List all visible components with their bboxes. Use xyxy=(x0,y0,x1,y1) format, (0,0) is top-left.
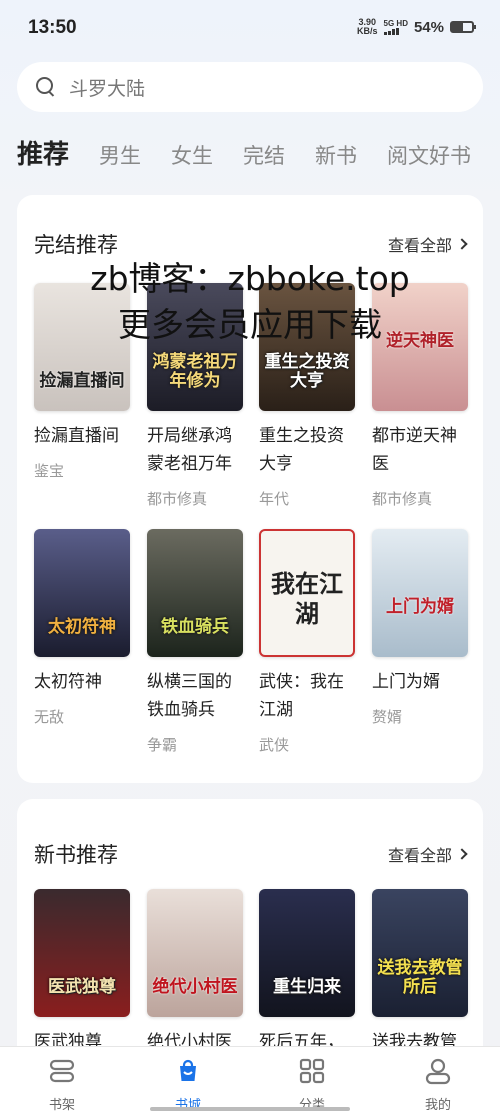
nav-bookstore[interactable]: 书城 xyxy=(148,1057,228,1113)
nav-profile[interactable]: 我的 xyxy=(398,1057,478,1113)
tab-new[interactable]: 新书 xyxy=(315,140,357,170)
book-tag: 无敌 xyxy=(34,708,65,726)
tab-good-books[interactable]: 阅文好书 xyxy=(387,140,471,170)
nav-category[interactable]: 分类 xyxy=(272,1057,352,1113)
book-item[interactable]: 送我去教管所后 送我去教管 xyxy=(372,889,468,1056)
nav-bookshelf[interactable]: 书架 xyxy=(22,1057,102,1113)
tab-recommend[interactable]: 推荐 xyxy=(17,134,69,171)
bookstore-icon xyxy=(174,1057,202,1085)
battery-icon xyxy=(450,21,476,33)
book-tag: 武侠 xyxy=(259,736,290,754)
search-icon xyxy=(35,76,57,98)
network-speed: 3.90 KB/s xyxy=(357,17,378,36)
chevron-right-icon xyxy=(456,238,468,250)
book-item[interactable]: 上门为婿 上门为婿 赘婿 xyxy=(372,529,468,727)
view-all-link[interactable]: 查看全部 xyxy=(388,842,468,866)
status-time: 13:50 xyxy=(28,17,77,38)
book-title[interactable]: 都市逆天神医 xyxy=(372,422,472,478)
tab-male[interactable]: 男生 xyxy=(99,140,141,170)
book-cover[interactable]: 重生归来 xyxy=(259,889,355,1017)
book-cover[interactable]: 绝代小村医 xyxy=(147,889,243,1017)
category-tabs: 推荐 男生 女生 完结 新书 阅文好书 xyxy=(17,134,500,171)
category-icon xyxy=(298,1057,326,1085)
battery-percent: 54% xyxy=(413,18,444,36)
book-cover[interactable]: 太初符神 xyxy=(34,529,130,657)
book-title[interactable]: 太初符神 xyxy=(34,668,134,696)
book-tag: 赘婿 xyxy=(372,708,403,726)
tab-female[interactable]: 女生 xyxy=(171,140,213,170)
book-title[interactable]: 捡漏直播间 xyxy=(34,422,134,450)
book-cover[interactable]: 医武独尊 xyxy=(34,889,130,1017)
status-icons: 3.90 KB/s 5G HD 54% xyxy=(357,17,476,36)
book-tag: 鉴宝 xyxy=(34,462,65,480)
book-title[interactable]: 武侠：我在江湖 xyxy=(259,668,359,724)
book-tag: 争霸 xyxy=(147,736,178,754)
home-indicator xyxy=(150,1107,350,1111)
book-cover[interactable]: 铁血骑兵 xyxy=(147,529,243,657)
book-item[interactable]: 太初符神 太初符神 无敌 xyxy=(34,529,130,727)
watermark-line-2: 更多会员应用下载 xyxy=(118,305,382,344)
section-title: 新书推荐 xyxy=(34,843,118,867)
bottom-navigation: 书架 书城 分类 我的 xyxy=(0,1046,500,1115)
book-cover[interactable]: 我在江湖 xyxy=(259,529,355,657)
book-item[interactable]: 我在江湖 武侠：我在江湖 武侠 xyxy=(259,529,355,755)
chevron-right-icon xyxy=(456,848,468,860)
search-bar[interactable]: 斗罗大陆 xyxy=(17,62,483,112)
search-input[interactable]: 斗罗大陆 xyxy=(69,74,145,101)
profile-icon xyxy=(424,1057,452,1085)
book-item[interactable]: 铁血骑兵 纵横三国的铁血骑兵 争霸 xyxy=(147,529,243,755)
book-tag: 年代 xyxy=(259,490,290,508)
bookshelf-icon xyxy=(48,1057,76,1085)
book-cover[interactable]: 上门为婿 xyxy=(372,529,468,657)
book-cover[interactable]: 送我去教管所后 xyxy=(372,889,468,1017)
book-tag: 都市修真 xyxy=(372,490,433,508)
book-item[interactable]: 医武独尊 医武独尊 xyxy=(34,889,130,1056)
book-title[interactable]: 重生之投资大亨 xyxy=(259,422,359,478)
book-title[interactable]: 开局继承鸿蒙老祖万年 xyxy=(147,422,247,478)
signal-icon: 5G HD xyxy=(383,19,408,35)
book-title[interactable]: 纵横三国的铁血骑兵 xyxy=(147,668,247,724)
watermark-line-1: zb博客：zbboke.top xyxy=(90,259,410,298)
book-item[interactable]: 绝代小村医 绝代小村医 xyxy=(147,889,243,1056)
status-bar: 13:50 3.90 KB/s 5G HD 54% xyxy=(0,0,500,56)
tab-completed[interactable]: 完结 xyxy=(243,140,285,170)
book-title[interactable]: 上门为婿 xyxy=(372,668,472,696)
book-tag: 都市修真 xyxy=(147,490,208,508)
